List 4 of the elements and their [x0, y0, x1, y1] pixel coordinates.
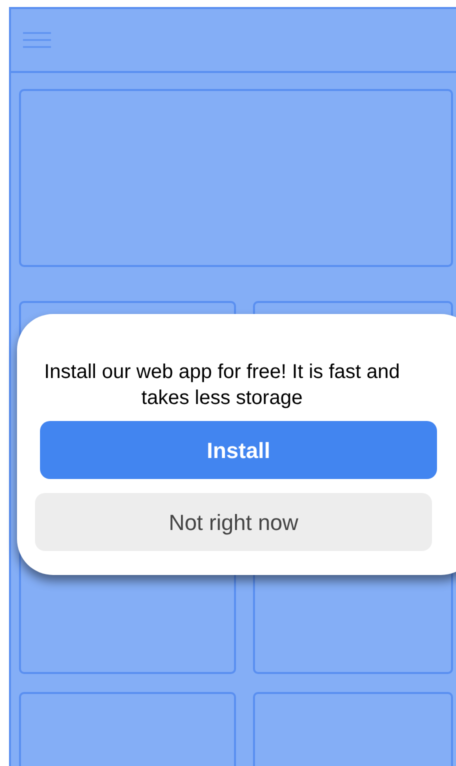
- install-button[interactable]: Install: [40, 421, 437, 479]
- dismiss-button[interactable]: Not right now: [35, 493, 432, 551]
- menu-icon[interactable]: [23, 32, 51, 48]
- install-message: Install our web app for free! It is fast and takes less storage: [43, 360, 401, 411]
